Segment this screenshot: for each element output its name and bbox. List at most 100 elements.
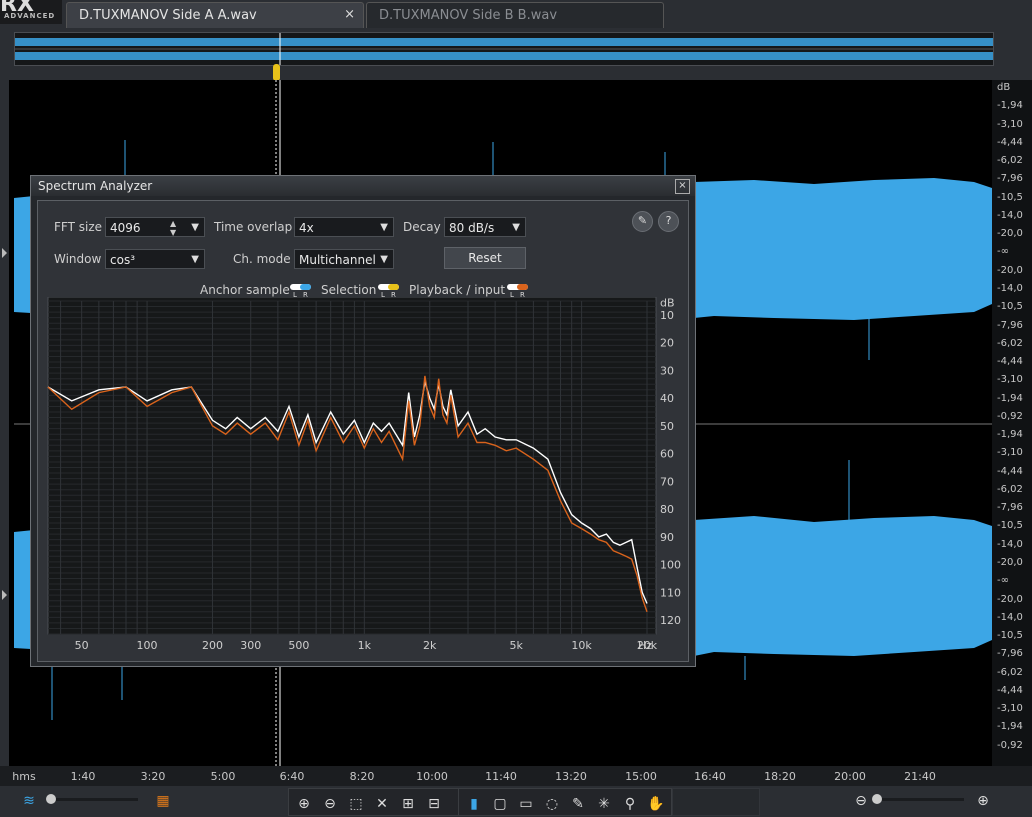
dialog-titlebar[interactable]: Spectrum Analyzer × <box>31 176 695 196</box>
playback-lr-toggle[interactable]: LR <box>507 282 528 299</box>
rect-select-icon[interactable]: ▢ <box>489 794 511 814</box>
wrench-icon[interactable]: ✎ <box>632 211 653 232</box>
db-tick-label: -4,44 <box>997 356 1023 368</box>
time-overlap-select[interactable]: 4x ▼ <box>294 217 394 237</box>
chevron-down-icon[interactable]: ▼ <box>380 218 388 238</box>
lasso-icon[interactable]: ◌ <box>541 794 563 814</box>
decay-value: 80 dB/s <box>449 221 495 235</box>
freq-select-icon[interactable]: ▭ <box>515 794 537 814</box>
level-tick-label: 40 <box>660 392 674 405</box>
zoom-slider[interactable] <box>872 794 964 804</box>
waveform-icon[interactable]: ≋ <box>16 791 42 811</box>
frequency-tick-label: 2k <box>423 639 437 652</box>
chevron-down-icon[interactable]: ▼ <box>380 250 388 270</box>
spectrogram-icon[interactable]: ▦ <box>150 791 176 811</box>
chevron-down-icon[interactable]: ▼ <box>512 218 520 238</box>
level-tick-label: 90 <box>660 531 674 544</box>
ch-mode-select[interactable]: Multichannel ▼ <box>294 249 394 269</box>
frequency-tick-label: 100 <box>137 639 158 652</box>
db-tick-label: -6,02 <box>997 483 1023 495</box>
frequency-tick-label: 5k <box>510 639 524 652</box>
fft-size-label: FFT size <box>54 220 103 234</box>
reset-button[interactable]: Reset <box>444 247 526 269</box>
db-axis: dB -1,94 -3,10 -4,44 -6,02 -7,96 -10,5 -14,0 -20… <box>992 80 1032 766</box>
zoom-in-icon[interactable]: ⊕ <box>972 791 994 811</box>
tab-bar: RX ADVANCED D.TUXMANOV Side A A.wav × D.… <box>0 0 1032 28</box>
magic-wand-icon[interactable]: ✳ <box>593 794 615 814</box>
db-tick-label: -4,44 <box>997 465 1023 477</box>
tab-side-b[interactable]: D.TUXMANOV Side B B.wav <box>366 2 664 28</box>
time-select-icon[interactable]: ▮ <box>463 794 485 814</box>
chevron-down-icon[interactable]: ▼ <box>191 250 199 270</box>
close-icon[interactable]: × <box>675 179 690 194</box>
fft-size-field[interactable]: 4096 ▲ ▼ ▼ <box>105 217 205 237</box>
db-tick-label: -1,94 <box>997 721 1023 733</box>
time-tick-label: 13:20 <box>555 770 587 783</box>
help-button[interactable]: ? <box>658 211 679 232</box>
frequency-tick-label: 10k <box>571 639 592 652</box>
zoom-out-icon[interactable]: ⊖ <box>850 791 872 811</box>
time-ruler[interactable]: hms 1:40 3:20 5:00 6:40 8:20 10:00 11:40 13:20 15… <box>0 766 1032 786</box>
db-tick-label: -6,02 <box>997 155 1023 167</box>
zoom-tools-group: ⊕ ⊖ ⬚ ✕ ⊞ ⊟ <box>288 788 460 816</box>
tab-side-a[interactable]: D.TUXMANOV Side A A.wav × <box>66 2 364 28</box>
logo-subtitle: ADVANCED <box>4 12 56 20</box>
db-tick-label: -0,92 <box>997 410 1023 422</box>
zoom-in-freq-icon[interactable]: ⊞ <box>397 794 419 814</box>
slider-thumb[interactable] <box>46 794 56 804</box>
zoom-in-time-icon[interactable]: ⊕ <box>293 794 315 814</box>
chevron-down-icon[interactable]: ▼ <box>191 218 199 238</box>
slider-thumb[interactable] <box>872 794 882 804</box>
level-tick-label: 10 <box>660 309 674 322</box>
frequency-axis: 50 100 200 300 500 1k 2k 5k 10k 20kHz <box>75 639 658 652</box>
window-select[interactable]: cos³ ▼ <box>105 249 205 269</box>
level-tick-label: 60 <box>660 448 674 461</box>
close-tab-icon[interactable]: × <box>344 7 355 22</box>
tab-label: D.TUXMANOV Side A A.wav <box>79 8 257 23</box>
level-tick-label: dB <box>660 297 675 310</box>
zoom-selection-icon[interactable]: ⬚ <box>345 794 367 814</box>
overview-waveform[interactable] <box>14 32 994 66</box>
db-tick-label: -4,44 <box>997 136 1023 148</box>
db-tick-label: -14,0 <box>997 209 1023 221</box>
dialog-title: Spectrum Analyzer <box>38 179 153 193</box>
time-tick-label: 3:20 <box>140 770 166 783</box>
decay-select[interactable]: 80 dB/s ▼ <box>444 217 526 237</box>
zoom-out-time-icon[interactable]: ⊖ <box>319 794 341 814</box>
find-similar-icon[interactable]: ⚲ <box>619 794 641 814</box>
zoom-reset-icon[interactable]: ✕ <box>371 794 393 814</box>
time-overlap-value: 4x <box>299 221 314 235</box>
stepper-down-icon[interactable]: ▼ <box>170 223 176 243</box>
spectrum-plot[interactable]: 50 100 200 300 500 1k 2k 5k 10k 20kHz dB102030405… <box>17 297 689 657</box>
db-tick-label: -10,5 <box>997 301 1023 313</box>
display-blend-slider[interactable] <box>46 794 138 804</box>
time-tick-label: 15:00 <box>625 770 657 783</box>
playback-input-label: Playback / input <box>409 283 506 297</box>
db-tick-label: -3,10 <box>997 447 1023 459</box>
time-tick-label: 18:20 <box>764 770 796 783</box>
frequency-tick-label: 50 <box>75 639 89 652</box>
channel-strip <box>0 80 9 766</box>
level-tick-label: 80 <box>660 503 674 516</box>
db-tick-label: -6,02 <box>997 666 1023 678</box>
selection-lr-toggle[interactable]: LR <box>378 282 399 299</box>
zoom-out-freq-icon[interactable]: ⊟ <box>423 794 445 814</box>
ch-mode-value: Multichannel <box>299 253 376 267</box>
time-tick-label: 11:40 <box>485 770 517 783</box>
frequency-tick-label: 300 <box>240 639 261 652</box>
frequency-tick-label: 500 <box>288 639 309 652</box>
level-tick-label: 110 <box>660 586 681 599</box>
db-tick-label: -7,96 <box>997 648 1023 660</box>
db-tick-label: -7,96 <box>997 502 1023 514</box>
time-tick-label: 21:40 <box>904 770 936 783</box>
db-tick-label: -10,5 <box>997 191 1023 203</box>
db-tick-label: -10,5 <box>997 520 1023 532</box>
frequency-tick-label: Hz <box>638 639 652 652</box>
level-tick-label: 50 <box>660 420 674 433</box>
anchor-lr-toggle[interactable]: LR <box>290 282 311 299</box>
playhead-handle[interactable] <box>273 64 280 81</box>
db-tick-label: -6,02 <box>997 337 1023 349</box>
db-tick-label: -20,0 <box>997 557 1023 569</box>
brush-icon[interactable]: ✎ <box>567 794 589 814</box>
hand-icon[interactable]: ✋ <box>645 794 667 814</box>
